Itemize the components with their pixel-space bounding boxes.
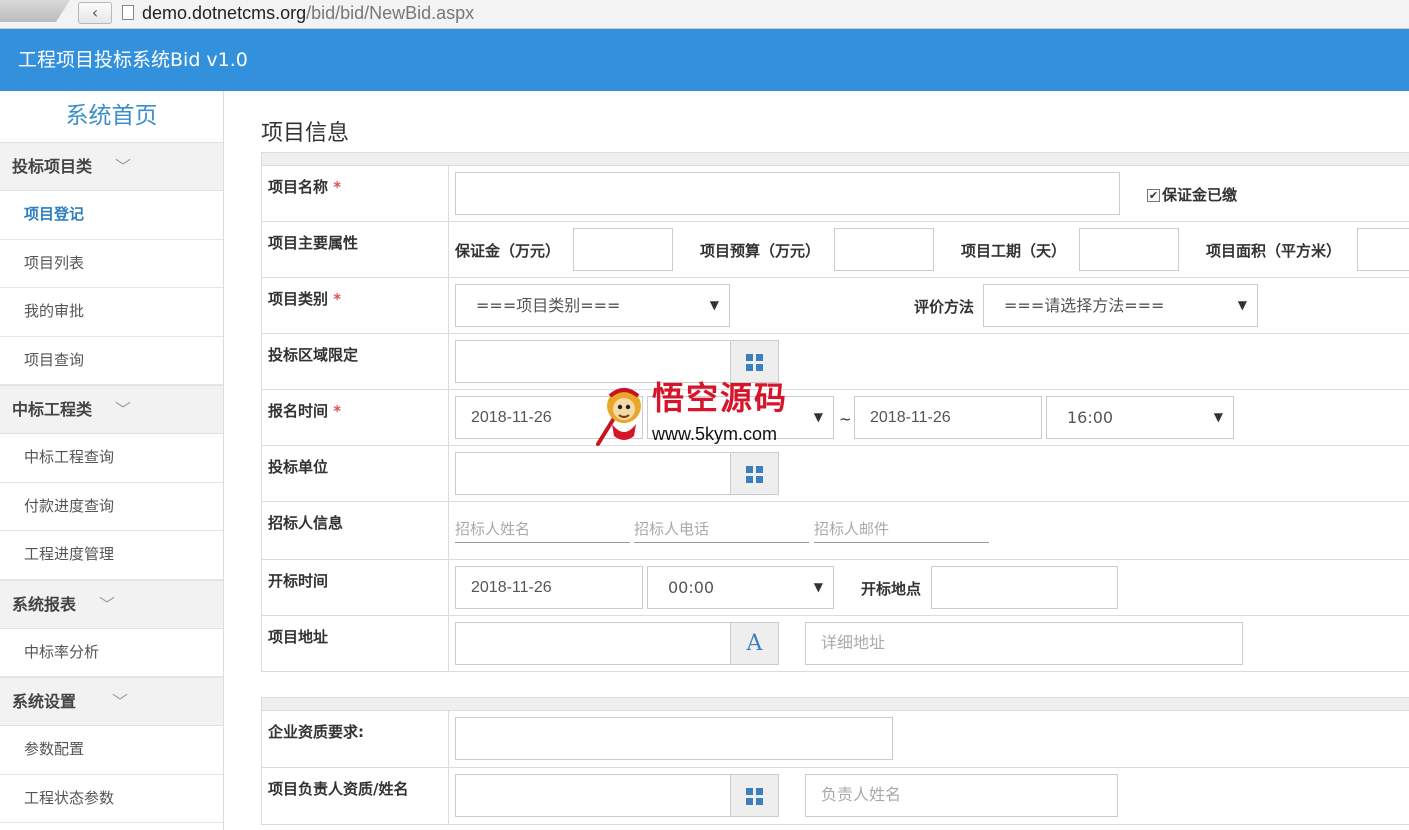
sidebar-item-payment-progress[interactable]: 付款进度查询 — [0, 483, 223, 531]
browser-address-bar: ‹ demo.dotnetcms.org/bid/bid/NewBid.aspx — [0, 0, 1409, 29]
sidebar-group-label: 系统设置 — [12, 692, 77, 711]
range-separator: ~ — [839, 410, 852, 428]
sidebar-group-settings[interactable]: 系统设置 ﹀ — [0, 677, 223, 726]
field-label: 报名时间 * — [261, 389, 449, 446]
deposit-label: 保证金（万元） — [455, 242, 561, 260]
sidebar-group-won-projects[interactable]: 中标工程类 ﹀ — [0, 385, 223, 434]
field-label: 项目类别 * — [261, 277, 449, 334]
sidebar-item-won-project-query[interactable]: 中标工程查询 — [0, 434, 223, 483]
monkey-logo-icon — [596, 388, 641, 446]
area-label: 项目面积（平方米） — [1206, 242, 1342, 260]
evaluation-method-select[interactable]: ===请选择方法=== ▼ — [983, 284, 1258, 327]
form-section-header — [261, 152, 1409, 166]
checkbox-check-icon: ✔ — [1147, 189, 1160, 202]
dropdown-arrow-icon: ▼ — [709, 298, 719, 312]
budget-input[interactable] — [834, 228, 934, 271]
browser-tab-corner[interactable] — [0, 0, 70, 22]
dropdown-arrow-icon: ▼ — [1213, 410, 1223, 424]
sidebar-item-win-rate-analysis[interactable]: 中标率分析 — [0, 629, 223, 677]
chevron-down-icon: ﹀ — [99, 594, 116, 614]
dropdown-arrow-icon: ▼ — [1237, 298, 1247, 312]
bid-unit-input[interactable] — [455, 452, 731, 495]
field-label: 投标区域限定 — [261, 333, 449, 390]
chevron-down-icon: ﹀ — [112, 692, 129, 711]
field-label: 项目负责人资质/姓名 — [261, 767, 449, 825]
duration-input[interactable] — [1079, 228, 1179, 271]
sidebar-group-bidding[interactable]: 投标项目类 ﹀ — [0, 142, 223, 191]
deposit-input[interactable] — [573, 228, 673, 271]
field-label: 开标时间 — [261, 559, 449, 616]
tenderer-name-field[interactable]: 招标人姓名 — [455, 519, 630, 543]
grid-icon — [746, 466, 763, 483]
sidebar-home-link[interactable]: 系统首页 — [0, 91, 223, 142]
field-label: 投标单位 — [261, 445, 449, 502]
watermark-text: 悟空源码 — [652, 379, 789, 417]
sidebar-group-label: 系统报表 — [12, 594, 77, 614]
sidebar: 系统首页 投标项目类 ﹀ 项目登记 项目列表 我的审批 项目查询 中标工程类 ﹀ 中… — [0, 91, 224, 830]
qualification-picker-button[interactable] — [730, 774, 779, 817]
sidebar-item-status-parameters[interactable]: 工程状态参数 — [0, 775, 223, 823]
tenderer-email-field[interactable]: 招标人邮件 — [814, 519, 989, 543]
duration-label: 项目工期（天） — [961, 242, 1067, 260]
app-title: 工程项目投标系统Bid v1.0 — [18, 49, 248, 71]
url-field[interactable]: demo.dotnetcms.org/bid/bid/NewBid.aspx — [142, 2, 474, 24]
qualification-input[interactable] — [455, 717, 893, 760]
address-picker-button[interactable]: A — [730, 622, 779, 665]
region-picker-button[interactable] — [730, 340, 779, 383]
sidebar-item-project-query[interactable]: 项目查询 — [0, 337, 223, 385]
sidebar-group-reports[interactable]: 系统报表 ﹀ — [0, 579, 223, 629]
signup-end-time-select[interactable]: 16:00 ▼ — [1046, 396, 1234, 439]
signup-end-date-input[interactable]: 2018-11-26 — [854, 396, 1042, 439]
opening-place-label: 开标地点 — [861, 580, 922, 598]
app-header: 工程项目投标系统Bid v1.0 — [0, 29, 1409, 91]
field-label: 项目地址 — [261, 615, 449, 672]
sidebar-item-project-register[interactable]: 项目登记 — [0, 191, 223, 240]
grid-icon — [746, 354, 763, 371]
detail-address-input[interactable]: 详细地址 — [805, 622, 1243, 665]
chevron-down-icon: ﹀ — [115, 400, 132, 419]
page-title: 项目信息 — [261, 121, 350, 146]
grid-icon — [746, 788, 763, 805]
back-button[interactable]: ‹ — [78, 2, 112, 24]
opening-time-select[interactable]: 00:00 ▼ — [647, 566, 834, 609]
field-label: 项目主要属性 — [261, 221, 449, 278]
tenderer-phone-field[interactable]: 招标人电话 — [634, 519, 809, 543]
watermark: 悟空源码 www.5kym.com — [592, 378, 824, 450]
project-address-input[interactable] — [455, 622, 731, 665]
manager-name-input[interactable]: 负责人姓名 — [805, 774, 1118, 817]
project-name-input[interactable] — [455, 172, 1120, 215]
letter-a-icon: A — [746, 631, 763, 656]
bid-region-input[interactable] — [455, 340, 731, 383]
project-category-select[interactable]: ===项目类别=== ▼ — [455, 284, 730, 327]
url-path: /bid/bid/NewBid.aspx — [306, 3, 475, 23]
manager-qualification-input[interactable] — [455, 774, 731, 817]
field-label: 招标人信息 — [261, 501, 449, 560]
field-label: 项目名称 * — [261, 165, 449, 222]
sidebar-group-label: 投标项目类 — [12, 157, 93, 176]
deposit-paid-checkbox[interactable]: ✔ 保证金已缴 — [1147, 184, 1237, 205]
area-input[interactable] — [1357, 228, 1409, 271]
chevron-down-icon: ﹀ — [115, 157, 132, 176]
budget-label: 项目预算（万元） — [700, 242, 821, 260]
unit-picker-button[interactable] — [730, 452, 779, 495]
field-label: 企业资质要求: — [261, 710, 449, 768]
sidebar-item-my-approvals[interactable]: 我的审批 — [0, 288, 223, 337]
opening-date-input[interactable]: 2018-11-26 — [455, 566, 643, 609]
page-icon — [122, 5, 134, 20]
sidebar-item-parameter-config[interactable]: 参数配置 — [0, 726, 223, 775]
url-host: demo.dotnetcms.org — [142, 3, 307, 23]
opening-place-input[interactable] — [931, 566, 1118, 609]
evaluation-method-label: 评价方法 — [914, 298, 975, 316]
dropdown-arrow-icon: ▼ — [813, 580, 823, 594]
form-section-header-2 — [261, 697, 1409, 711]
sidebar-item-project-progress[interactable]: 工程进度管理 — [0, 531, 223, 580]
sidebar-group-label: 中标工程类 — [12, 400, 93, 419]
watermark-url: www.5kym.com — [652, 424, 778, 444]
sidebar-item-project-list[interactable]: 项目列表 — [0, 240, 223, 288]
